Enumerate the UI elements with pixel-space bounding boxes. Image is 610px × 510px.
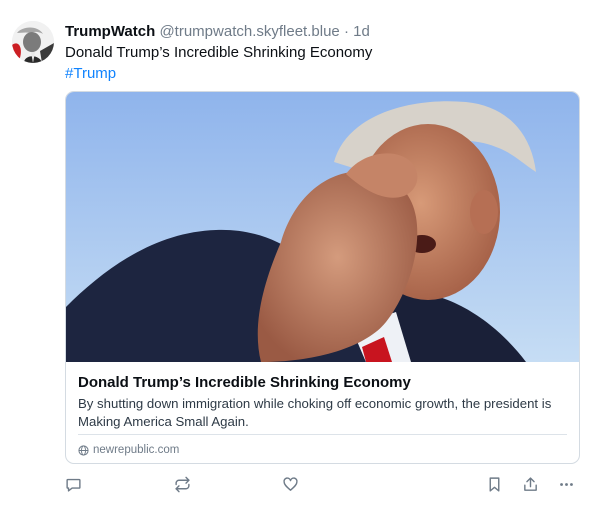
embed-thumbnail-image <box>66 92 579 362</box>
share-button[interactable] <box>518 472 542 496</box>
bookmark-icon <box>489 476 499 492</box>
embed-divider <box>78 434 567 435</box>
like-icon <box>282 476 298 491</box>
post-actions-bar <box>0 472 610 496</box>
embed-source: newrepublic.com <box>78 442 179 458</box>
bookmark-button[interactable] <box>482 472 506 496</box>
post-text: Donald Trump’s Incredible Shrinking Econ… <box>65 44 373 61</box>
link-embed-card[interactable]: Donald Trump’s Incredible Shrinking Econ… <box>65 91 580 464</box>
hashtag-link[interactable]: #Trump <box>65 64 116 84</box>
embed-title: Donald Trump’s Incredible Shrinking Econ… <box>78 374 411 391</box>
embed-description: By shutting down immigration while choki… <box>78 396 552 429</box>
post-card[interactable]: TrumpWatch @trumpwatch.skyfleet.blue · 1… <box>0 0 610 510</box>
reply-button[interactable] <box>61 472 85 496</box>
author-avatar[interactable] <box>12 21 54 63</box>
repost-icon <box>174 476 190 492</box>
author-handle[interactable]: @trumpwatch.skyfleet.blue <box>159 23 339 40</box>
globe-icon <box>78 444 89 456</box>
repost-button[interactable] <box>170 472 194 496</box>
more-icon <box>559 482 573 486</box>
reply-icon <box>65 478 81 492</box>
like-button[interactable] <box>278 472 302 496</box>
post-timestamp[interactable]: 1d <box>353 23 370 40</box>
embed-source-domain: newrepublic.com <box>93 444 180 456</box>
share-icon <box>523 476 537 491</box>
post-header: TrumpWatch @trumpwatch.skyfleet.blue · 1… <box>65 22 370 42</box>
more-options-button[interactable] <box>554 472 578 496</box>
separator-dot: · <box>343 23 349 40</box>
author-display-name[interactable]: TrumpWatch <box>65 23 155 40</box>
avatar-image <box>12 21 54 63</box>
